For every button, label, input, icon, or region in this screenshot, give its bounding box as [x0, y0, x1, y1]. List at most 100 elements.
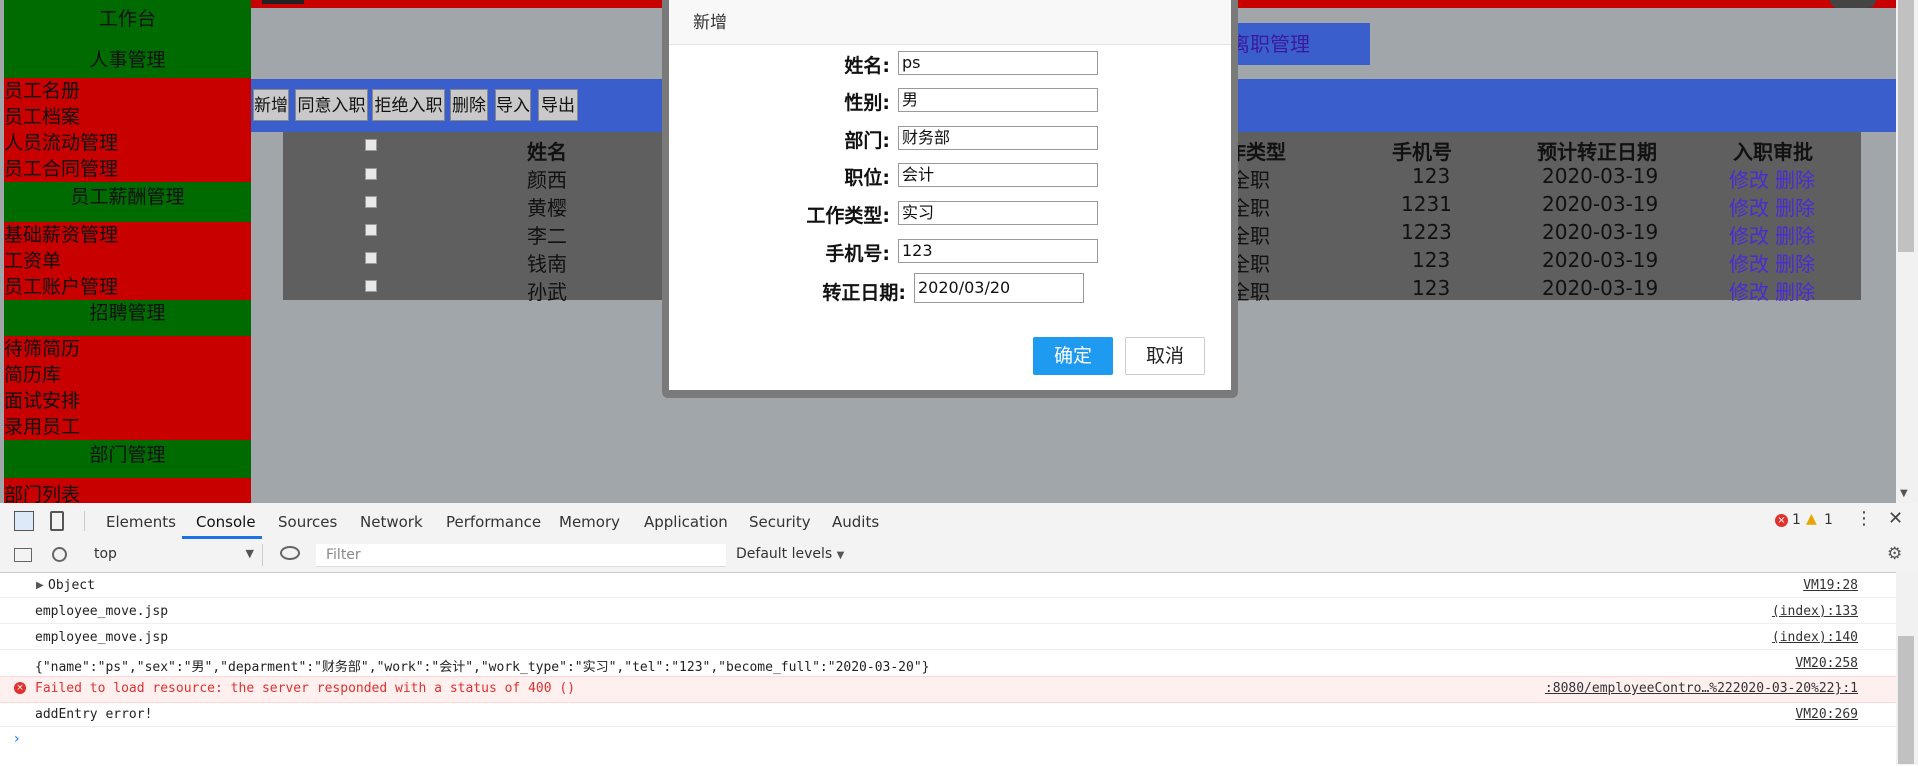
eye-icon[interactable]	[280, 546, 300, 560]
row-checkbox[interactable]	[365, 168, 377, 180]
edit-link[interactable]: 修改	[1729, 220, 1769, 249]
console-source-link[interactable]: (index):140	[1772, 630, 1858, 645]
sidebar-section-workbench[interactable]: 工作台	[4, 0, 251, 42]
console-source-link[interactable]: VM20:258	[1795, 656, 1858, 671]
header-logo	[262, 0, 304, 4]
tab-memory[interactable]: Memory	[559, 513, 620, 531]
sidebar-group-salary: 基础薪资管理 工资单 员工账户管理	[4, 222, 251, 300]
tab-network[interactable]: Network	[360, 513, 423, 531]
error-icon: ×	[14, 682, 26, 694]
tel-field[interactable]: 123	[898, 239, 1098, 263]
sidebar-section-salary[interactable]: 员工薪酬管理	[4, 182, 251, 222]
edit-link[interactable]: 修改	[1729, 276, 1769, 305]
sidebar-item-dept-list[interactable]: 部门列表	[4, 478, 251, 503]
error-count[interactable]: 1	[1792, 512, 1801, 528]
sidebar-item-archive[interactable]: 员工档案	[4, 104, 251, 130]
sidebar-section-recruit[interactable]: 招聘管理	[4, 300, 251, 336]
export-button[interactable]: 导出	[538, 89, 578, 121]
settings-gear-icon[interactable]: ⚙	[1887, 544, 1902, 564]
tab-resign-management[interactable]: 离职管理	[1220, 23, 1370, 65]
console-prompt-icon[interactable]: ›	[14, 731, 20, 747]
tab-elements[interactable]: Elements	[106, 513, 176, 531]
work-type-field[interactable]: 实习	[898, 201, 1098, 225]
sex-field[interactable]: 男	[898, 88, 1098, 112]
clear-console-icon[interactable]	[52, 547, 67, 562]
sidebar-section-hr[interactable]: 人事管理	[4, 42, 251, 78]
approve-entry-button[interactable]: 同意入职	[295, 89, 368, 121]
console-source-link[interactable]: VM20:269	[1795, 707, 1858, 722]
cell-name: 李二	[527, 224, 567, 248]
confirm-button[interactable]: 确定	[1033, 337, 1113, 375]
sidebar-nav: 工作台 人事管理 员工名册 员工档案 人员流动管理 员工合同管理 员工薪酬管理 …	[0, 0, 251, 503]
sidebar-item-movement[interactable]: 人员流动管理	[4, 130, 251, 156]
context-select[interactable]: top ▼	[82, 544, 263, 566]
become-full-date-field[interactable]: 2020/03/20	[914, 273, 1084, 303]
tab-application[interactable]: Application	[644, 513, 728, 531]
dept-field[interactable]: 财务部	[898, 126, 1098, 150]
sidebar-item-contracts[interactable]: 员工合同管理	[4, 156, 251, 182]
warning-count[interactable]: 1	[1824, 512, 1833, 528]
edit-link[interactable]: 修改	[1729, 192, 1769, 221]
page-scrollbar-thumb[interactable]	[1898, 0, 1914, 252]
tab-audits[interactable]: Audits	[832, 513, 879, 531]
edit-link[interactable]: 修改	[1729, 164, 1769, 193]
tab-performance[interactable]: Performance	[446, 513, 541, 531]
sidebar-item-accounts[interactable]: 员工账户管理	[4, 274, 251, 300]
sidebar-item-pending-resumes[interactable]: 待筛简历	[4, 336, 251, 362]
console-divider	[0, 597, 1896, 598]
sidebar-item-interviews[interactable]: 面试安排	[4, 388, 251, 414]
sidebar-item-resume-library[interactable]: 简历库	[4, 362, 251, 388]
delete-link[interactable]: 删除	[1775, 248, 1815, 277]
job-field[interactable]: 会计	[898, 163, 1098, 187]
default-levels-select[interactable]: Default levels ▼	[736, 546, 844, 562]
sidebar-item-hired[interactable]: 录用员工	[4, 414, 251, 440]
sidebar-item-roster[interactable]: 员工名册	[4, 78, 251, 104]
sidebar-section-dept[interactable]: 部门管理	[4, 440, 251, 478]
scroll-down-icon[interactable]: ▼	[1900, 488, 1912, 500]
sidebar-group-dept: 部门列表	[4, 478, 251, 503]
reject-entry-button[interactable]: 拒绝入职	[372, 89, 445, 121]
tab-sources[interactable]: Sources	[278, 513, 337, 531]
sidebar-item-payslip[interactable]: 工资单	[4, 248, 251, 274]
show-sidebar-icon[interactable]	[14, 548, 32, 562]
add-button[interactable]: 新增	[253, 89, 289, 121]
avatar[interactable]	[1830, 0, 1876, 8]
select-all-checkbox[interactable]	[365, 139, 377, 151]
expand-object-icon[interactable]: ▶	[36, 580, 44, 591]
row-checkbox[interactable]	[365, 196, 377, 208]
row-checkbox[interactable]	[365, 252, 377, 264]
close-icon[interactable]: ✕	[1888, 508, 1903, 529]
delete-link[interactable]: 删除	[1775, 192, 1815, 221]
modal-title: 新增	[693, 13, 727, 33]
tab-console[interactable]: Console	[196, 513, 256, 531]
sidebar-section-label: 员工薪酬管理	[70, 186, 185, 208]
cell-tel: 123	[1412, 248, 1451, 272]
inspect-element-icon[interactable]	[14, 511, 34, 531]
console-source-link[interactable]: VM19:28	[1803, 578, 1858, 593]
console-filter-input[interactable]: Filter	[316, 544, 726, 567]
device-toolbar-icon[interactable]	[50, 511, 64, 531]
console-source-link[interactable]: :8080/employeeContro…%222020-03-20%22}:1	[1545, 681, 1858, 696]
sidebar-item-base-salary[interactable]: 基础薪资管理	[4, 222, 251, 248]
row-checkbox[interactable]	[365, 280, 377, 292]
more-options-icon[interactable]: ⋮	[1855, 508, 1873, 529]
tab-security[interactable]: Security	[749, 513, 811, 531]
cancel-button[interactable]: 取消	[1125, 337, 1205, 375]
row-checkbox[interactable]	[365, 224, 377, 236]
console-scrollbar-thumb[interactable]	[1898, 636, 1914, 764]
name-field[interactable]: ps	[898, 51, 1098, 75]
delete-link[interactable]: 删除	[1775, 220, 1815, 249]
sidebar-section-label: 人事管理	[89, 49, 166, 71]
col-header-become-full: 预计转正日期	[1537, 140, 1657, 164]
tel-label: 手机号:	[825, 243, 890, 265]
delete-link[interactable]: 删除	[1775, 164, 1815, 193]
delete-link[interactable]: 删除	[1775, 276, 1815, 305]
error-icon: ×	[1775, 514, 1788, 527]
console-object[interactable]: Object	[48, 578, 95, 593]
warning-icon: ▲	[1806, 511, 1817, 527]
import-button[interactable]: 导入	[495, 89, 531, 121]
console-source-link[interactable]: (index):133	[1772, 604, 1858, 619]
delete-button[interactable]: 删除	[450, 89, 488, 121]
tabbar-divider	[84, 511, 85, 531]
edit-link[interactable]: 修改	[1729, 248, 1769, 277]
